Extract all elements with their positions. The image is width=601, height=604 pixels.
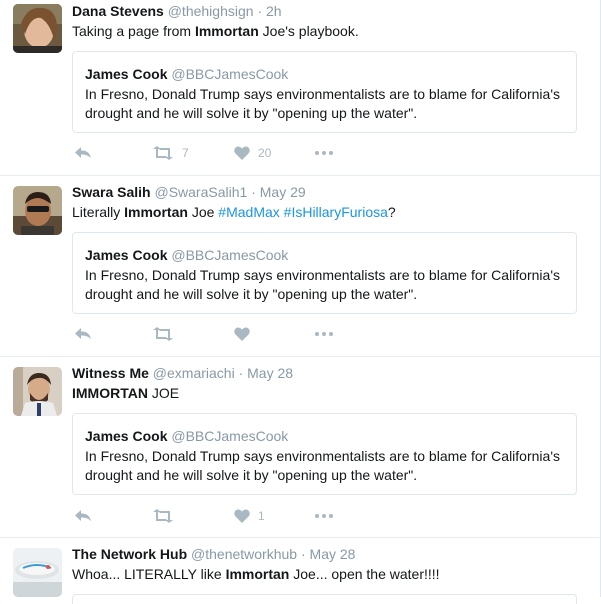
tweet[interactable]: Dana Stevens @thehighsign · 2h Taking a … xyxy=(0,0,600,176)
tweet-header: Dana Stevens @thehighsign · 2h xyxy=(72,2,282,20)
tweet-text: Whoa... LITERALLY like Immortan Joe... o… xyxy=(72,565,440,583)
hashtag-link[interactable]: #MadMax xyxy=(218,204,279,220)
retweet-icon xyxy=(152,146,174,160)
quoted-tweet[interactable]: James Cook @BBCJamesCook In Fresno, Dona… xyxy=(72,232,577,314)
quoted-header: James Cook @BBCJamesCook xyxy=(85,65,288,83)
username[interactable]: @thenetworkhub xyxy=(191,546,297,562)
retweet-button[interactable]: 7 xyxy=(152,143,189,163)
more-icon xyxy=(315,514,333,518)
quoted-text: In Fresno, Donald Trump says environment… xyxy=(85,448,560,483)
more-button[interactable] xyxy=(315,324,333,344)
separator: · xyxy=(251,184,256,200)
tweet-text: Literally Immortan Joe #MadMax #IsHillar… xyxy=(72,203,396,221)
reply-icon xyxy=(74,509,92,523)
reply-button[interactable] xyxy=(74,506,92,526)
quoted-text: In Fresno, Donald Trump says environment… xyxy=(85,267,560,302)
text-keyword: IMMORTAN xyxy=(72,385,148,401)
tweet[interactable]: Swara Salih @SwaraSalih1 · May 29 Litera… xyxy=(0,176,600,357)
reply-button[interactable] xyxy=(74,324,92,344)
like-button[interactable] xyxy=(234,324,258,344)
tweet-header: Swara Salih @SwaraSalih1 · May 29 xyxy=(72,183,306,201)
text-segment: Joe xyxy=(187,204,219,220)
quoted-tweet[interactable]: James Cook @BBCJamesCook In Fresno, Dona… xyxy=(72,51,577,133)
tweet-actions: 1 xyxy=(72,506,372,526)
like-icon xyxy=(234,509,250,523)
quoted-username: @BBCJamesCook xyxy=(171,247,289,263)
retweet-button[interactable] xyxy=(152,324,182,344)
quoted-fullname: James Cook xyxy=(85,428,168,444)
more-button[interactable] xyxy=(315,506,333,526)
timestamp[interactable]: May 28 xyxy=(310,546,356,562)
like-count: 1 xyxy=(258,509,265,523)
avatar[interactable] xyxy=(13,367,62,416)
reply-icon xyxy=(74,146,92,160)
quoted-text: In Fresno, Donald Trump says environment… xyxy=(85,86,560,121)
text-keyword: Immortan xyxy=(225,566,290,582)
avatar[interactable] xyxy=(13,4,62,53)
tweet-header: The Network Hub @thenetworkhub · May 28 xyxy=(72,545,355,563)
text-segment: Taking a page from xyxy=(72,23,195,39)
text-keyword: Immortan xyxy=(194,23,259,39)
like-count: 20 xyxy=(258,146,272,160)
fullname[interactable]: Witness Me xyxy=(72,365,149,381)
tweet[interactable]: Witness Me @exmariachi · May 28 IMMORTAN… xyxy=(0,357,600,538)
tweet-actions: 7 20 xyxy=(72,143,372,163)
tweet-text: IMMORTAN JOE xyxy=(72,384,179,402)
like-icon xyxy=(234,146,250,160)
timestamp[interactable]: 2h xyxy=(266,3,282,19)
tweet[interactable]: The Network Hub @thenetworkhub · May 28 … xyxy=(0,538,600,604)
text-segment: JOE xyxy=(147,385,180,401)
text-segment: Literally xyxy=(72,204,125,220)
avatar[interactable] xyxy=(13,186,62,235)
like-button[interactable]: 1 xyxy=(234,506,265,526)
fullname[interactable]: Swara Salih xyxy=(72,184,151,200)
quoted-fullname: James Cook xyxy=(85,66,168,82)
retweet-count: 7 xyxy=(182,146,189,160)
retweet-icon xyxy=(152,509,174,523)
retweet-button[interactable] xyxy=(152,506,182,526)
avatar[interactable] xyxy=(13,548,62,597)
retweet-icon xyxy=(152,327,174,341)
tweet-header: Witness Me @exmariachi · May 28 xyxy=(72,364,293,382)
separator: · xyxy=(238,365,244,381)
quoted-fullname: James Cook xyxy=(85,247,168,263)
quoted-header: James Cook @BBCJamesCook xyxy=(85,246,288,264)
text-segment: ? xyxy=(387,204,396,220)
username[interactable]: @SwaraSalih1 xyxy=(154,184,247,200)
text-segment: Joe... open the water!!!! xyxy=(289,566,440,582)
timeline: Dana Stevens @thehighsign · 2h Taking a … xyxy=(0,0,601,604)
more-button[interactable] xyxy=(315,143,333,163)
text-keyword: Immortan xyxy=(124,204,188,220)
separator: · xyxy=(257,3,263,19)
timestamp[interactable]: May 28 xyxy=(247,365,293,381)
reply-icon xyxy=(74,327,92,341)
fullname[interactable]: Dana Stevens xyxy=(72,3,164,19)
separator: · xyxy=(300,546,306,562)
like-button[interactable]: 20 xyxy=(234,143,271,163)
quoted-tweet[interactable] xyxy=(72,594,577,604)
more-icon xyxy=(315,151,333,155)
text-segment: Whoa... LITERALLY like xyxy=(72,566,226,582)
like-icon xyxy=(234,327,250,341)
quoted-header: James Cook @BBCJamesCook xyxy=(85,427,288,445)
quoted-username: @BBCJamesCook xyxy=(171,66,289,82)
fullname[interactable]: The Network Hub xyxy=(72,546,187,562)
text-segment: Joe's playbook. xyxy=(258,23,359,39)
tweet-text: Taking a page from Immortan Joe's playbo… xyxy=(72,22,359,40)
quoted-username: @BBCJamesCook xyxy=(171,428,289,444)
username[interactable]: @thehighsign xyxy=(168,3,254,19)
username[interactable]: @exmariachi xyxy=(153,365,235,381)
timestamp[interactable]: May 29 xyxy=(260,184,306,200)
hashtag-link[interactable]: #IsHillaryFuriosa xyxy=(284,204,388,220)
quoted-tweet[interactable]: James Cook @BBCJamesCook In Fresno, Dona… xyxy=(72,413,577,495)
more-icon xyxy=(315,332,333,336)
reply-button[interactable] xyxy=(74,143,92,163)
tweet-actions xyxy=(72,324,372,344)
